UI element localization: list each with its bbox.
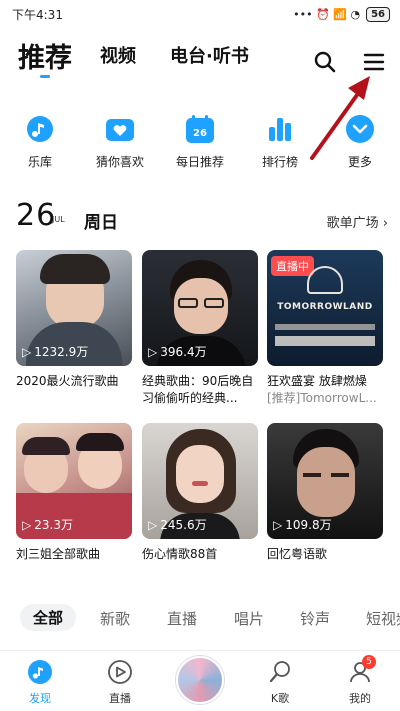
playlist-cover: ▷ 396.4万 xyxy=(142,250,258,366)
playlist-subtitle: [推荐]TomorrowL... xyxy=(267,391,377,405)
calendar-icon: 26 xyxy=(184,113,216,145)
battery-icon: 56 xyxy=(366,6,390,22)
tab-radio-audiobook[interactable]: 电台·听书 xyxy=(170,42,249,68)
playlist-card[interactable]: ▷ 245.6万 伤心情歌88首 xyxy=(142,423,258,563)
category-ringtones[interactable]: 铃声 xyxy=(300,608,330,629)
cover-text: TOMORROWLAND xyxy=(277,302,373,312)
bottom-label-live: 直播 xyxy=(109,692,131,705)
quick-label-guess: 猜你喜欢 xyxy=(95,155,144,169)
discover-icon xyxy=(28,660,52,684)
playlist-card[interactable]: ▷ 23.3万 刘三姐全部歌曲 xyxy=(16,423,132,563)
play-count: ▷ 1232.9万 xyxy=(22,343,88,360)
bottom-label-karaoke: K歌 xyxy=(270,692,290,705)
playlist-cover: 直播中 TOMORROWLAND xyxy=(267,250,383,366)
playlist-cover: ▷ 245.6万 xyxy=(142,423,258,539)
quick-label-charts: 排行榜 xyxy=(261,155,298,169)
bottom-label-mine: 我的 xyxy=(349,692,371,705)
date-day: 26 xyxy=(16,198,57,233)
bottom-label-discover: 发现 xyxy=(29,692,51,705)
playlist-card[interactable]: ▷ 396.4万 经典歌曲：90后晚自习偷偷听的经典... xyxy=(142,250,258,407)
quick-label-library: 乐库 xyxy=(27,155,52,169)
category-new-songs[interactable]: 新歌 xyxy=(100,608,130,629)
quick-item-guess-you-like[interactable]: 猜你喜欢 xyxy=(80,113,160,170)
date-header: 26 JUL 周日 歌单广场 › xyxy=(0,198,400,234)
bar-chart-icon xyxy=(264,113,296,145)
play-icon: ▷ xyxy=(22,344,32,359)
playlist-cover: ▷ 1232.9万 xyxy=(16,250,132,366)
bottom-tab-live[interactable]: 直播 xyxy=(90,659,150,706)
play-icon: ▷ xyxy=(273,517,283,532)
play-count: ▷ 396.4万 xyxy=(148,343,207,360)
playlist-title: 伤心情歌88首 xyxy=(142,547,218,561)
play-circle-icon xyxy=(108,660,132,684)
bottom-tab-karaoke[interactable]: K歌 xyxy=(250,659,310,706)
notification-badge: 5 xyxy=(362,655,376,669)
category-short-video[interactable]: 短视频 xyxy=(366,608,400,629)
date-weekday: 周日 xyxy=(84,213,118,233)
playlist-title: 刘三姐全部歌曲 xyxy=(16,547,101,561)
play-icon: ▷ xyxy=(148,517,158,532)
play-count: ▷ 109.8万 xyxy=(273,516,332,533)
play-count-value: 396.4万 xyxy=(160,345,207,359)
tab-video[interactable]: 视频 xyxy=(100,42,136,68)
quick-entry-row: 乐库 猜你喜欢 26 每日推荐 排行榜 更多 xyxy=(0,113,400,175)
karaoke-icon xyxy=(269,661,290,683)
quick-item-charts[interactable]: 排行榜 xyxy=(240,113,320,170)
now-playing-disc[interactable] xyxy=(176,656,224,704)
playlist-card[interactable]: ▷ 1232.9万 2020最火流行歌曲 xyxy=(16,250,132,390)
playlist-plaza-link[interactable]: 歌单广场 › xyxy=(327,212,388,231)
quick-item-daily[interactable]: 26 每日推荐 xyxy=(160,113,240,170)
playlist-title: 回忆粤语歌 xyxy=(267,547,328,561)
play-count: ▷ 23.3万 xyxy=(22,516,73,533)
playlist-cover: ▷ 109.8万 xyxy=(267,423,383,539)
status-icons: ••• ⏰ 📶 ◔ 56 xyxy=(293,6,390,22)
quick-item-library[interactable]: 乐库 xyxy=(0,113,80,170)
quick-label-more: 更多 xyxy=(347,155,372,169)
play-count-value: 1232.9万 xyxy=(34,345,89,359)
music-note-icon xyxy=(24,113,56,145)
play-count-value: 109.8万 xyxy=(285,518,332,532)
status-time: 下午4:31 xyxy=(12,7,63,22)
calendar-day-text: 26 xyxy=(193,128,207,139)
play-count: ▷ 245.6万 xyxy=(148,516,207,533)
playlist-title: 狂欢盛宴 放肆燃燥 xyxy=(267,374,367,388)
tab-recommend[interactable]: 推荐 xyxy=(18,36,72,75)
category-tabs: 全部 新歌 直播 唱片 铃声 短视频 xyxy=(0,600,400,636)
tab-active-indicator xyxy=(40,75,50,78)
date-month: JUL xyxy=(52,215,65,224)
category-albums[interactable]: 唱片 xyxy=(234,608,264,629)
heart-box-icon xyxy=(104,113,136,145)
category-live[interactable]: 直播 xyxy=(167,608,197,629)
bottom-tab-discover[interactable]: 发现 xyxy=(10,659,70,706)
category-all[interactable]: 全部 xyxy=(20,604,77,631)
status-indicators: ••• ⏰ 📶 ◔ xyxy=(293,7,361,21)
playlist-card[interactable]: 直播中 TOMORROWLAND 狂欢盛宴 放肆燃燥 [推荐]TomorrowL… xyxy=(267,250,383,407)
status-bar: 下午4:31 ••• ⏰ 📶 ◔ 56 xyxy=(0,0,400,28)
quick-label-daily: 每日推荐 xyxy=(175,155,224,169)
quick-item-more[interactable]: 更多 xyxy=(320,113,400,170)
more-chevron-icon xyxy=(344,113,376,145)
playlist-title: 2020最火流行歌曲 xyxy=(16,374,119,388)
play-icon: ▷ xyxy=(148,344,158,359)
playlist-card[interactable]: ▷ 109.8万 回忆粤语歌 xyxy=(267,423,383,563)
playlist-cover: ▷ 23.3万 xyxy=(16,423,132,539)
bottom-tab-mine[interactable]: 5 我的 xyxy=(330,655,390,706)
live-badge: 直播中 xyxy=(271,256,314,276)
play-count-value: 23.3万 xyxy=(34,518,73,532)
playlist-title: 经典歌曲：90后晚自习偷偷听的经典... xyxy=(142,374,254,405)
play-count-value: 245.6万 xyxy=(160,518,207,532)
play-icon: ▷ xyxy=(22,517,32,532)
